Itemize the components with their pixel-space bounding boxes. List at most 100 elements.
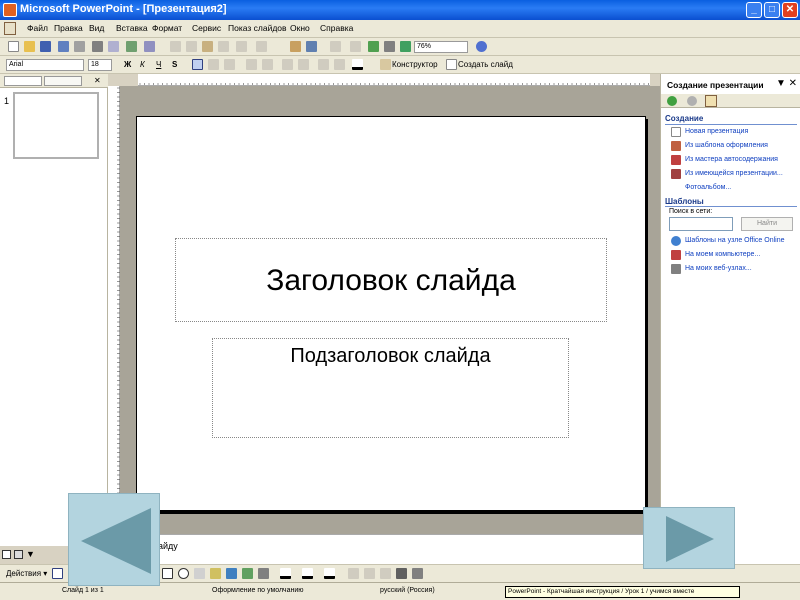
clipart-icon[interactable] [242, 568, 253, 579]
menu-window[interactable]: Окно [290, 23, 310, 33]
menu-format[interactable]: Формат [152, 23, 182, 33]
menu-tools[interactable]: Сервис [192, 23, 221, 33]
slideshow-icon[interactable]: ▼ [26, 550, 35, 559]
new-slide-button[interactable]: Создать слайд [458, 60, 513, 69]
align-left-icon[interactable] [192, 59, 203, 70]
draw-font-color-icon[interactable] [324, 568, 335, 579]
link-existing-presentation[interactable]: Из имеющейся презентации... [685, 170, 783, 177]
search-input[interactable] [669, 217, 733, 231]
increase-indent-icon[interactable] [334, 59, 345, 70]
link-templates-my-computer[interactable]: На моем компьютере... [685, 251, 760, 258]
back-icon[interactable] [667, 96, 677, 106]
redo-icon[interactable] [256, 41, 267, 52]
normal-view-icon[interactable] [2, 550, 11, 559]
textbox-icon[interactable] [194, 568, 205, 579]
bullets-icon[interactable] [262, 59, 273, 70]
show-formatting-icon[interactable] [350, 41, 361, 52]
decrease-font-icon[interactable] [298, 59, 309, 70]
help-icon[interactable] [476, 41, 487, 52]
numbering-icon[interactable] [246, 59, 257, 70]
menu-file[interactable]: Файл [27, 23, 48, 33]
link-templates-web-sites[interactable]: На моих веб-узлах... [685, 265, 752, 272]
notes-pane[interactable]: айду [120, 534, 660, 564]
home-icon[interactable] [705, 95, 717, 107]
forward-icon[interactable] [687, 96, 697, 106]
maximize-button[interactable]: □ [764, 2, 780, 18]
tab-slides[interactable] [44, 76, 82, 86]
grid-icon[interactable] [368, 41, 379, 52]
powerpoint-app-icon[interactable] [3, 3, 17, 17]
slide-thumbnail[interactable] [13, 92, 99, 159]
link-templates-office-online[interactable]: Шаблоны на узле Office Online [685, 237, 785, 244]
color-icon[interactable] [400, 41, 411, 52]
increase-font-icon[interactable] [282, 59, 293, 70]
shadow-style-icon[interactable] [396, 568, 407, 579]
link-autocontent-wizard[interactable]: Из мастера автосодержания [685, 156, 778, 163]
close-button[interactable]: ✕ [782, 2, 798, 18]
slide-title-placeholder[interactable]: Заголовок слайда [175, 238, 607, 322]
link-new-presentation[interactable]: Новая презентация [685, 128, 748, 135]
search-button[interactable]: Найти [741, 217, 793, 231]
tab-outline[interactable] [4, 76, 42, 86]
cut-icon[interactable] [170, 41, 181, 52]
spelling-icon[interactable] [126, 41, 137, 52]
rectangle-icon[interactable] [162, 568, 173, 579]
dash-style-icon[interactable] [364, 568, 375, 579]
menu-edit[interactable]: Правка [54, 23, 83, 33]
research-icon[interactable] [144, 41, 155, 52]
link-from-design-template[interactable]: Из шаблона оформления [685, 142, 768, 149]
undo-icon[interactable] [236, 41, 247, 52]
menu-help[interactable]: Справка [320, 23, 353, 33]
grayscale-icon[interactable] [384, 41, 395, 52]
close-pane-icon[interactable]: ✕ [94, 76, 101, 85]
menu-insert[interactable]: Вставка [116, 23, 148, 33]
minimize-button[interactable]: _ [746, 2, 762, 18]
next-slide-button[interactable] [643, 507, 735, 569]
oval-icon[interactable] [178, 568, 189, 579]
paste-icon[interactable] [202, 41, 213, 52]
line-color-icon[interactable] [302, 568, 313, 579]
format-painter-icon[interactable] [218, 41, 229, 52]
preview-icon[interactable] [108, 41, 119, 52]
bold-button[interactable]: Ж [124, 60, 131, 69]
slide-subtitle-placeholder[interactable]: Подзаголовок слайда [212, 338, 569, 438]
expand-all-icon[interactable] [330, 41, 341, 52]
menu-slideshow[interactable]: Показ слайдов [228, 23, 287, 33]
shadow-button[interactable]: S [172, 60, 177, 69]
email-icon[interactable] [74, 41, 85, 52]
open-icon[interactable] [24, 41, 35, 52]
save-icon[interactable] [40, 41, 51, 52]
designer-button[interactable]: Конструктор [392, 60, 438, 69]
designer-icon[interactable] [380, 59, 391, 70]
link-photo-album[interactable]: Фотоальбом... [685, 184, 731, 191]
new-icon[interactable] [8, 41, 19, 52]
zoom-select[interactable]: 76% [414, 41, 468, 53]
align-center-icon[interactable] [208, 59, 219, 70]
font-size-select[interactable]: 18 [88, 59, 112, 71]
fill-color-icon[interactable] [280, 568, 291, 579]
diagram-icon[interactable] [226, 568, 237, 579]
font-color-icon[interactable] [352, 59, 363, 70]
slide-sorter-icon[interactable] [14, 550, 23, 559]
menu-view[interactable]: Вид [89, 23, 104, 33]
copy-icon[interactable] [186, 41, 197, 52]
select-objects-icon[interactable] [52, 568, 63, 579]
line-style-icon[interactable] [348, 568, 359, 579]
permission-icon[interactable] [58, 41, 69, 52]
previous-slide-button[interactable] [68, 493, 160, 586]
task-pane-close[interactable]: ▼ ✕ [776, 78, 797, 89]
3d-style-icon[interactable] [412, 568, 423, 579]
underline-button[interactable]: Ч [156, 60, 161, 69]
align-right-icon[interactable] [224, 59, 235, 70]
insert-table-icon[interactable] [306, 41, 317, 52]
actions-menu[interactable]: Действия ▾ [6, 569, 47, 578]
wordart-icon[interactable] [210, 568, 221, 579]
print-icon[interactable] [92, 41, 103, 52]
new-slide-icon[interactable] [446, 59, 457, 70]
insert-chart-icon[interactable] [290, 41, 301, 52]
font-select[interactable]: Arial [6, 59, 84, 71]
arrow-style-icon[interactable] [380, 568, 391, 579]
italic-button[interactable]: К [140, 60, 145, 69]
document-icon[interactable] [4, 22, 16, 35]
decrease-indent-icon[interactable] [318, 59, 329, 70]
